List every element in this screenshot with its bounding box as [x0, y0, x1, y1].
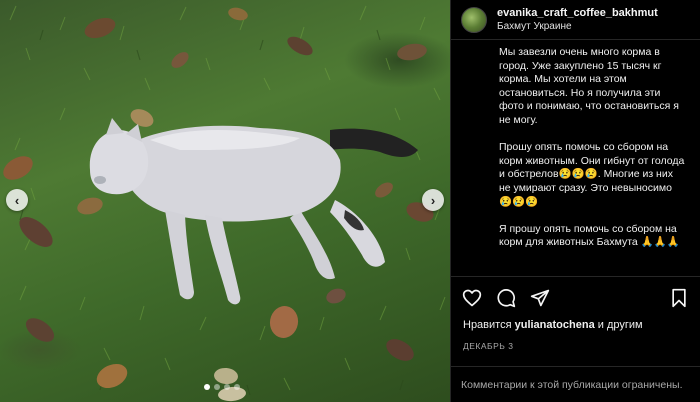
action-bar: [451, 277, 700, 319]
comment-button[interactable]: [495, 287, 517, 309]
carousel-dot: [214, 384, 220, 390]
post-location[interactable]: Бахмут Украине: [497, 21, 658, 32]
post-date[interactable]: ДЕКАБРЬ 3: [451, 341, 700, 353]
bookmark-icon: [672, 288, 686, 308]
post-actions-section: Нравится yulianatochena и другим ДЕКАБРЬ…: [451, 276, 700, 353]
avatar[interactable]: [461, 6, 487, 33]
author-info: evanika_craft_coffee_bakhmut Бахмут Укра…: [497, 7, 658, 32]
carousel-dot: [224, 384, 230, 390]
likes-summary: Нравится yulianatochena и другим: [451, 319, 700, 335]
heart-icon: [462, 289, 482, 307]
likes-suffix[interactable]: и другим: [595, 319, 643, 331]
like-button[interactable]: [461, 287, 483, 309]
comments-disabled-notice: Комментарии к этой публикации ограничены…: [451, 366, 700, 402]
comment-icon: [497, 289, 516, 308]
carousel-indicator: [204, 384, 240, 390]
chevron-left-icon: ‹: [14, 192, 20, 208]
author-username[interactable]: evanika_craft_coffee_bakhmut: [497, 7, 658, 19]
cat-photo: [3, 5, 446, 402]
carousel-dot: [204, 384, 210, 390]
caption-paragraph: Прошу опять помочь со сбором на корм жив…: [499, 141, 685, 208]
likes-prefix: Нравится: [463, 319, 515, 331]
share-icon: [530, 289, 550, 307]
chevron-right-icon: ›: [430, 192, 436, 208]
caption-paragraph: Мы завезли очень много корма в город. Уж…: [499, 46, 679, 126]
liker-username[interactable]: yulianatochena: [515, 319, 595, 331]
instagram-post: ‹ › evanika_craft_coffee_bakhmut Бахмут …: [0, 0, 700, 402]
post-header: evanika_craft_coffee_bakhmut Бахмут Укра…: [451, 0, 700, 40]
post-photo[interactable]: ‹ ›: [0, 0, 450, 402]
post-details-panel: evanika_craft_coffee_bakhmut Бахмут Укра…: [450, 0, 700, 402]
carousel-next-button[interactable]: ›: [422, 189, 444, 211]
save-button[interactable]: [668, 287, 690, 309]
carousel-dot: [234, 384, 240, 390]
share-button[interactable]: [529, 287, 551, 309]
post-caption: Мы завезли очень много корма в город. Уж…: [451, 40, 700, 276]
caption-paragraph: Я прошу опять помочь со сбором на корм д…: [499, 222, 680, 249]
carousel-prev-button[interactable]: ‹: [6, 189, 28, 211]
